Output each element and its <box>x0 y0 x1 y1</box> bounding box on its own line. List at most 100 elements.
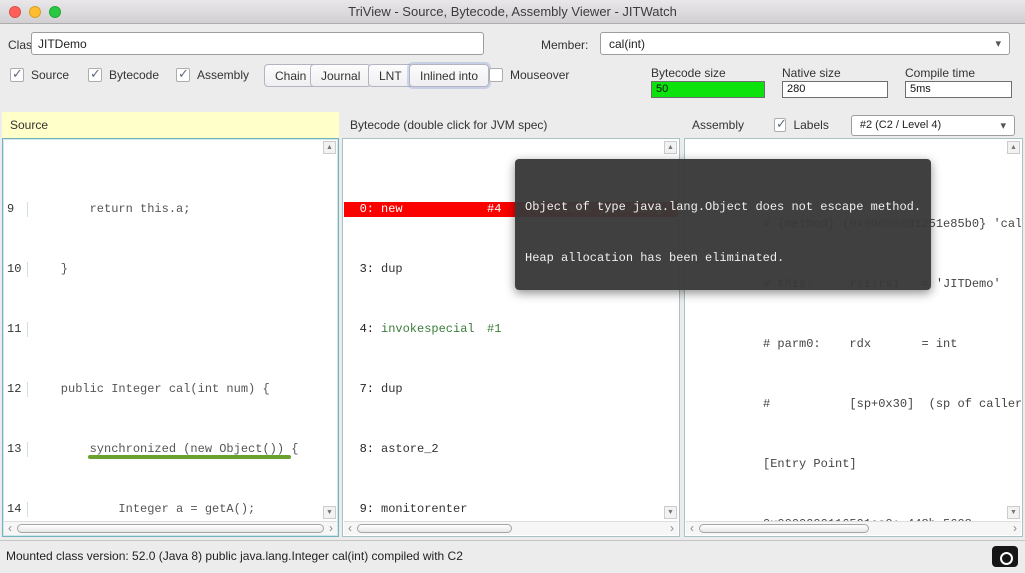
source-panel-title: Source <box>10 118 48 132</box>
source-line-text: synchronized (new Object()) { <box>28 442 298 457</box>
bytecode-row[interactable]: 8: astore_2 <box>344 442 678 457</box>
horizontal-scrollbar[interactable]: ‹ › <box>4 521 337 535</box>
bytecode-row[interactable]: 4: invokespecial #1 <box>344 322 678 337</box>
bytecode-offset: 3: <box>348 262 374 277</box>
scroll-down-arrow[interactable]: ▼ <box>323 506 336 519</box>
bytecode-offset: 8: <box>348 442 374 457</box>
assembly-checkbox-label: Assembly <box>197 68 249 82</box>
window-controls <box>9 6 61 18</box>
compilation-value: #2 (C2 / Level 4) <box>860 119 941 131</box>
line-number: 9 <box>4 202 28 217</box>
bytecode-operand <box>487 442 533 457</box>
scroll-thumb[interactable] <box>17 524 324 533</box>
native-size-field[interactable]: 280 <box>782 81 888 98</box>
bytecode-panel-title: Bytecode (double click for JVM spec) <box>350 118 547 132</box>
camera-screenshot-button[interactable] <box>992 546 1018 567</box>
maximize-button[interactable] <box>49 6 61 18</box>
horizontal-scrollbar[interactable]: ‹ › <box>344 521 678 535</box>
member-label: Member: <box>541 38 588 52</box>
line-number: 11 <box>4 322 28 337</box>
escape-analysis-tooltip: Object of type java.lang.Object does not… <box>515 159 931 290</box>
assembly-line: # [sp+0x30] (sp of caller) <box>686 382 1021 397</box>
compile-time-label: Compile time <box>905 66 975 80</box>
source-checkbox-label: Source <box>31 68 69 82</box>
scroll-down-arrow[interactable]: ▼ <box>1007 506 1020 519</box>
mouseover-checkbox[interactable] <box>489 68 503 82</box>
bytecode-row[interactable]: 7: dup <box>344 382 678 397</box>
bytecode-checkbox-group: Bytecode <box>88 67 159 83</box>
bytecode-checkbox[interactable] <box>88 68 102 82</box>
scroll-right-arrow[interactable]: › <box>325 522 337 535</box>
line-number: 12 <box>4 382 28 397</box>
scroll-left-arrow[interactable]: ‹ <box>344 522 356 535</box>
inlined-into-button[interactable]: Inlined into <box>409 64 489 87</box>
labels-checkbox-label: Labels <box>793 118 828 132</box>
compilation-dropdown[interactable]: #2 (C2 / Level 4) ▾ <box>851 115 1015 136</box>
scroll-left-arrow[interactable]: ‹ <box>4 522 16 535</box>
window-title: TriView - Source, Bytecode, Assembly Vie… <box>0 0 1025 24</box>
assembly-line: 0x0000000116591ea0: 448b 5608 <box>686 502 1021 517</box>
class-input[interactable] <box>31 32 484 55</box>
minimize-button[interactable] <box>29 6 41 18</box>
scroll-right-arrow[interactable]: › <box>666 522 678 535</box>
scroll-thumb[interactable] <box>699 524 869 533</box>
source-checkbox[interactable] <box>10 68 24 82</box>
lnt-button[interactable]: LNT <box>368 64 413 87</box>
bytecode-mnemonic: dup <box>381 382 487 397</box>
horizontal-scrollbar[interactable]: ‹ › <box>686 521 1021 535</box>
tooltip-line-1: Object of type java.lang.Object does not… <box>525 199 921 216</box>
mouseover-checkbox-label: Mouseover <box>510 68 569 82</box>
scroll-up-arrow[interactable]: ▲ <box>664 141 677 154</box>
source-line[interactable]: 13 synchronized (new Object()) { <box>4 442 337 457</box>
bytecode-mnemonic: invokespecial <box>381 322 487 337</box>
assembly-line: [Entry Point] <box>686 442 1021 457</box>
bytecode-mnemonic: astore_2 <box>381 442 487 457</box>
compile-time-field[interactable]: 5ms <box>905 81 1012 98</box>
source-line[interactable]: 14 Integer a = getA(); <box>4 502 337 517</box>
assembly-panel-title: Assembly <box>692 118 744 132</box>
source-line-text <box>28 322 32 337</box>
source-code-content: 9 return this.a; 10 } 11 12 public Int <box>4 140 337 521</box>
bytecode-checkbox-label: Bytecode <box>109 68 159 82</box>
bytecode-row[interactable]: 9: monitorenter <box>344 502 678 517</box>
bytecode-offset: 7: <box>348 382 374 397</box>
scroll-up-arrow[interactable]: ▲ <box>1007 141 1020 154</box>
source-panel: Source 9 return this.a; 10 } 11 <box>2 112 339 537</box>
escape-analysis-underline: synchronized (new Object()) <box>90 442 284 456</box>
scroll-up-arrow[interactable]: ▲ <box>323 141 336 154</box>
assembly-checkbox[interactable] <box>176 68 190 82</box>
bytecode-operand <box>487 502 533 517</box>
bytecode-size-field[interactable]: 50 <box>651 81 765 98</box>
chevron-down-icon: ▾ <box>995 37 1001 50</box>
assembly-checkbox-group: Assembly <box>176 67 249 83</box>
status-bar: Mounted class version: 52.0 (Java 8) pub… <box>0 540 1025 573</box>
close-button[interactable] <box>9 6 21 18</box>
bytecode-operand <box>487 382 533 397</box>
bytecode-offset: 9: <box>348 502 374 517</box>
source-code-area[interactable]: 9 return this.a; 10 } 11 12 public Int <box>2 138 339 537</box>
source-line-text: Integer a = getA(); <box>28 502 255 517</box>
bytecode-offset: 4: <box>348 322 374 337</box>
source-line[interactable]: 9 return this.a; <box>4 202 337 217</box>
member-dropdown[interactable]: cal(int) ▾ <box>600 32 1010 55</box>
source-line-text: return this.a; <box>28 202 190 217</box>
scroll-down-arrow[interactable]: ▼ <box>664 506 677 519</box>
line-number: 10 <box>4 262 28 277</box>
source-line[interactable]: 10 } <box>4 262 337 277</box>
tooltip-line-2: Heap allocation has been eliminated. <box>525 250 921 267</box>
bytecode-mnemonic: new <box>381 202 487 217</box>
journal-button[interactable]: Journal <box>310 64 371 87</box>
scroll-thumb[interactable] <box>357 524 512 533</box>
scroll-right-arrow[interactable]: › <box>1009 522 1021 535</box>
bytecode-size-label: Bytecode size <box>651 66 726 80</box>
scroll-left-arrow[interactable]: ‹ <box>686 522 698 535</box>
source-line[interactable]: 11 <box>4 322 337 337</box>
assembly-text: # parm0: rdx = int <box>763 337 957 351</box>
labels-checkbox[interactable] <box>774 118 786 132</box>
source-line[interactable]: 12 public Integer cal(int num) { <box>4 382 337 397</box>
bytecode-panel-header: Bytecode (double click for JVM spec) <box>342 112 680 138</box>
source-panel-header: Source <box>2 112 339 138</box>
assembly-line: # parm0: rdx = int <box>686 322 1021 337</box>
bytecode-mnemonic: monitorenter <box>381 502 487 517</box>
assembly-text: [Entry Point] <box>763 457 857 471</box>
